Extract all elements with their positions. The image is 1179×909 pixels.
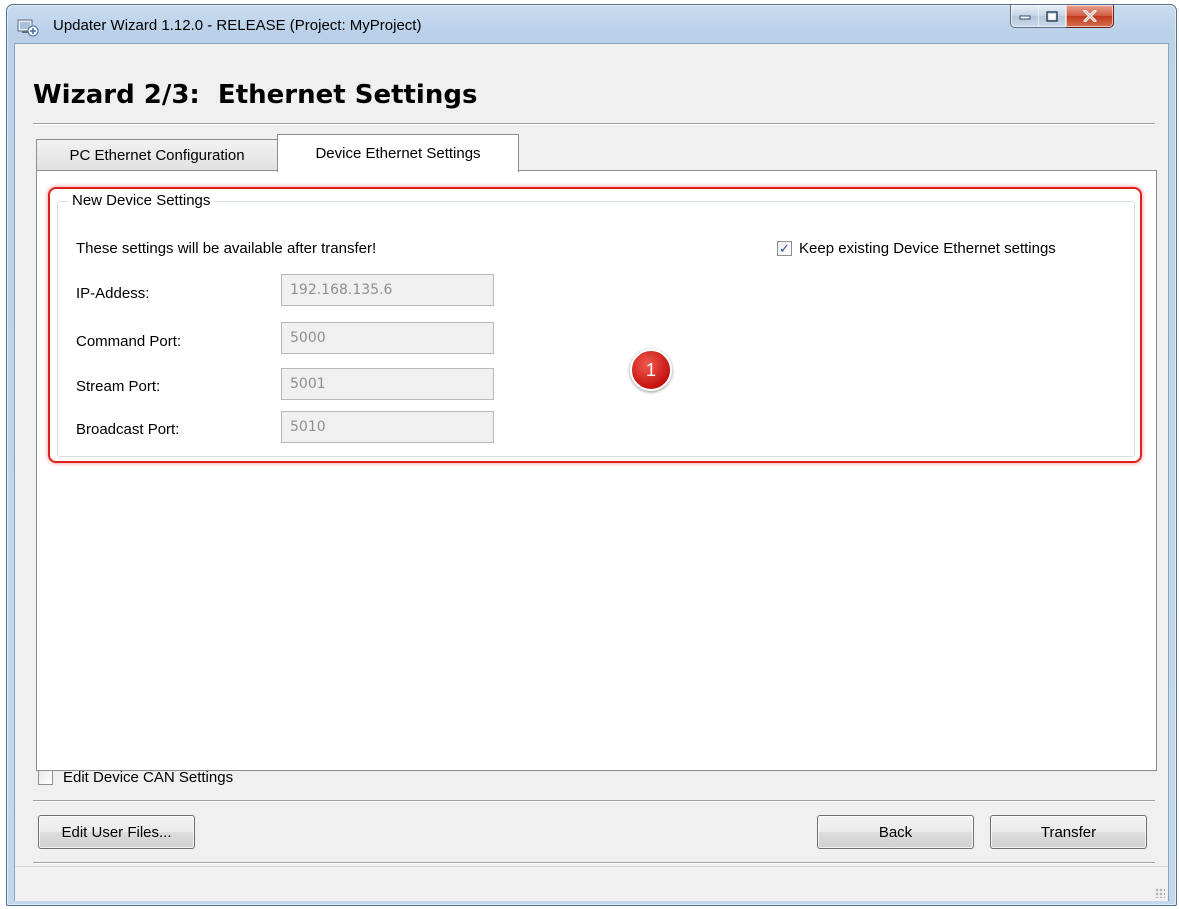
- dialog-body: Wizard 2/3: Ethernet Settings PC Etherne…: [14, 43, 1169, 901]
- keep-existing-label: Keep existing Device Ethernet settings: [799, 240, 1056, 257]
- new-device-settings-group: New Device Settings These settings will …: [57, 192, 1135, 457]
- back-button[interactable]: Back: [817, 815, 974, 849]
- maximize-icon: [1046, 10, 1058, 22]
- tab-pc-ethernet-configuration[interactable]: PC Ethernet Configuration: [36, 139, 278, 170]
- close-button[interactable]: [1066, 5, 1114, 28]
- page-title: Wizard 2/3: Ethernet Settings: [33, 80, 478, 110]
- keep-existing-checkbox[interactable]: ✓: [777, 241, 792, 256]
- title-bar[interactable]: Updater Wizard 1.12.0 - RELEASE (Project…: [7, 5, 1176, 43]
- title-divider: [33, 123, 1155, 125]
- status-bar: [15, 866, 1168, 901]
- minimize-icon: [1019, 15, 1031, 20]
- minimize-button[interactable]: [1010, 5, 1040, 28]
- maximize-button[interactable]: [1038, 5, 1067, 28]
- transfer-button[interactable]: Transfer: [990, 815, 1147, 849]
- command-port-field[interactable]: [281, 322, 494, 354]
- edit-user-files-button[interactable]: Edit User Files...: [38, 815, 195, 849]
- broadcast-port-field[interactable]: [281, 411, 494, 443]
- annotation-badge: 1: [630, 349, 672, 391]
- tab-panel: New Device Settings These settings will …: [36, 170, 1157, 771]
- bottom-divider: [33, 800, 1155, 802]
- status-divider: [33, 862, 1155, 864]
- edit-can-checkbox[interactable]: [38, 770, 53, 785]
- app-icon: [17, 19, 39, 37]
- command-port-label: Command Port:: [76, 333, 182, 350]
- broadcast-port-label: Broadcast Port:: [76, 421, 180, 438]
- checkmark-icon: ✓: [779, 241, 790, 256]
- ip-address-field[interactable]: [281, 274, 494, 306]
- tab-device-ethernet-settings[interactable]: Device Ethernet Settings: [277, 134, 519, 172]
- stream-port-label: Stream Port:: [76, 378, 161, 395]
- edit-can-label: Edit Device CAN Settings: [63, 769, 234, 786]
- tab-label: Device Ethernet Settings: [315, 145, 481, 162]
- ip-address-label: IP-Addess:: [76, 285, 150, 302]
- close-icon: [1083, 10, 1096, 22]
- transfer-note: These settings will be available after t…: [76, 240, 377, 257]
- stream-port-field[interactable]: [281, 368, 494, 400]
- resize-grip-icon[interactable]: [1155, 888, 1165, 898]
- app-window: Updater Wizard 1.12.0 - RELEASE (Project…: [6, 4, 1177, 906]
- window-title: Updater Wizard 1.12.0 - RELEASE (Project…: [53, 17, 422, 34]
- tab-label: PC Ethernet Configuration: [69, 146, 245, 164]
- group-title: New Device Settings: [68, 192, 215, 209]
